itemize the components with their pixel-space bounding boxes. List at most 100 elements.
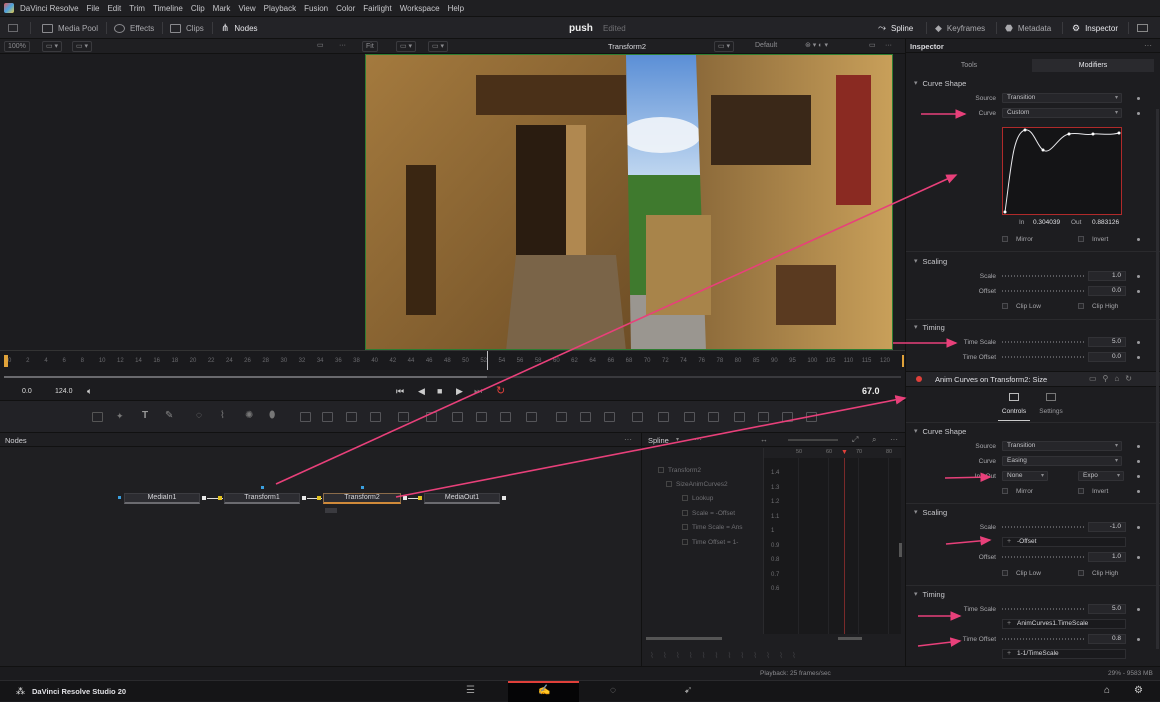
node-modifier-icon[interactable] [325,508,337,513]
curve-dropdown[interactable]: Custom ▾ [1002,108,1122,118]
tool-icon[interactable] [322,412,333,422]
drop-icon[interactable]: ⬮ [269,410,275,421]
stop-icon[interactable]: ■ [437,386,442,396]
roi-dropdown[interactable]: ▭ ▾ [396,41,417,52]
scale-value[interactable]: 1.0 [1088,271,1126,281]
keyframe-dot[interactable] [1137,112,1140,115]
time-offset-value[interactable]: 0.0 [1088,352,1126,362]
mask-circle-icon[interactable]: ◌ [196,410,202,421]
spline-button[interactable]: ⤳ Spline [878,17,913,39]
nodes-button[interactable]: ⋔ Nodes [221,17,258,39]
keyframe-dot[interactable] [1137,556,1140,559]
spline-vscroll[interactable] [899,543,902,557]
keyframe-dot[interactable] [1137,526,1140,529]
modifier-enable-icon[interactable] [916,376,922,382]
text-tool-icon[interactable]: T [142,410,148,421]
home-icon[interactable]: ⌂ [1104,685,1110,696]
viewer-image[interactable] [365,54,893,350]
spline-tree-hscroll[interactable] [646,637,722,640]
anim-time-scale-value[interactable]: 5.0 [1088,604,1126,614]
time-scale-value[interactable]: 5.0 [1088,337,1126,347]
menu-fusion[interactable]: Fusion [304,4,328,13]
anim-clip-high-checkbox[interactable] [1078,570,1084,576]
fit-dropdown[interactable]: Fit [362,41,378,52]
menu-clip[interactable]: Clip [191,4,205,13]
anim-mirror-checkbox[interactable] [1002,488,1008,494]
keyframe-dot[interactable] [1137,608,1140,611]
spline-playhead-marker[interactable]: ▼ [841,449,848,456]
keyframes-button[interactable]: ◆ Keyframes [935,17,985,39]
scaling-header[interactable]: ▾ Scaling [906,254,1159,268]
in-value[interactable]: 0.304039 [1033,219,1060,226]
keyframe-dot[interactable] [1137,275,1140,278]
spline-graph-hscroll[interactable] [838,637,862,640]
offset-slider[interactable] [1002,286,1086,296]
spline-panel[interactable]: Spline ▾ ··· ↔ ⤢ ⌕ ··· Transform2 SizeAn… [641,433,906,666]
tab-tools[interactable]: Tools [906,59,1032,72]
clip-low-checkbox[interactable] [1002,303,1008,309]
effects-button[interactable]: Effects [114,17,154,39]
offset-value[interactable]: 0.0 [1088,286,1126,296]
tool-icon[interactable] [758,412,769,422]
nodes-more-icon[interactable]: ··· [624,435,632,444]
spline-tree-item[interactable]: Time Offset = 1- [682,539,738,546]
brush-tool-icon[interactable]: ✎ [165,410,173,421]
spline-tree-item[interactable]: Time Scale = Ans [682,524,743,531]
viewer-layout-icon-2[interactable]: ▭ [866,41,879,52]
menu-color[interactable]: Color [336,4,355,13]
curve-editor[interactable] [1002,127,1122,215]
in-easing-dropdown[interactable]: None ▾ [1002,471,1048,481]
spline-fit-icon[interactable]: ↔ [760,435,768,444]
spline-tree-item[interactable]: Transform2 [658,467,701,474]
spline-search-icon[interactable]: ⌕ [872,435,876,445]
tool-icon[interactable] [500,412,511,422]
viewer-layout-icon[interactable]: ▭ [314,41,327,52]
out-value[interactable]: 0.883126 [1092,219,1119,226]
play-reverse-icon[interactable]: ◀ [418,386,425,397]
tool-icon[interactable] [684,412,695,422]
tool-icon[interactable] [526,412,537,422]
global-end-field[interactable]: 124.0 [55,388,73,395]
spline-tree-item[interactable]: Lookup [682,495,713,502]
tool-icon[interactable] [398,412,409,422]
loop-icon[interactable]: ↻ [496,384,505,397]
tool-icon[interactable] [734,412,745,422]
tool-icon[interactable] [708,412,719,422]
menu-file[interactable]: File [87,4,100,13]
guides-dropdown[interactable]: ▭ ▾ [714,41,735,52]
deliver-page-icon[interactable]: ➹ [684,685,692,696]
inspector-button[interactable]: ⚙ Inspector [1072,17,1118,39]
anim-time-scale-slider[interactable] [1002,604,1086,614]
inspector-more-icon[interactable]: ··· [1144,41,1152,50]
mirror-checkbox[interactable] [1002,236,1008,242]
tool-icon[interactable] [476,412,487,422]
anim-timing-header[interactable]: ▾ Timing [906,587,1159,601]
anim-clip-low-checkbox[interactable] [1002,570,1008,576]
scale-expression-field[interactable]: -Offset [1002,537,1126,547]
spline-graph[interactable]: 50 60 70 80 ▼ 1.4 1.3 1.2 1.1 1 0.9 0.8 0.7 0.6 [763,448,902,634]
curve-shape-header[interactable]: ▾ Curve Shape [906,76,1159,90]
modifier-header-icons[interactable]: ▭⚲⌂↻ [1089,374,1138,383]
current-time-field[interactable]: 67.0 [862,386,880,396]
spline-tree-item[interactable]: Scale = -Offset [682,510,735,517]
node-mediain1[interactable]: MediaIn1 [124,493,200,504]
spline-menu-icon[interactable]: ··· [890,435,898,444]
keyframe-dot[interactable] [1137,460,1140,463]
tool-icon[interactable] [604,412,615,422]
keyframe-dot[interactable] [1137,356,1140,359]
invert-checkbox[interactable] [1078,236,1084,242]
scrub-bar[interactable] [0,370,905,384]
spline-toolbar-icons[interactable]: ⌇⌇⌇⌇⌇⌇⌇⌇⌇⌇⌇⌇ [650,651,900,661]
settings-tab[interactable]: Settings [1034,391,1068,421]
node-transform1[interactable]: Transform1 [224,493,300,504]
edit-page-icon[interactable]: ☰ [466,685,475,696]
nodes-panel[interactable]: Nodes ··· MediaIn1 Transform1 Transform2… [0,433,641,666]
tool-icon[interactable] [370,412,381,422]
spline-zoom-icon[interactable]: ⤢ [852,435,858,445]
timing-header[interactable]: ▾ Timing [906,320,1159,334]
clip-high-checkbox[interactable] [1078,303,1084,309]
anim-curve-dropdown[interactable]: Easing ▾ [1002,456,1122,466]
time-offset-expression-field[interactable]: 1-1/TimeScale [1002,649,1126,659]
time-scale-expression-field[interactable]: AnimCurves1.TimeScale [1002,619,1126,629]
tool-icon[interactable] [346,412,357,422]
